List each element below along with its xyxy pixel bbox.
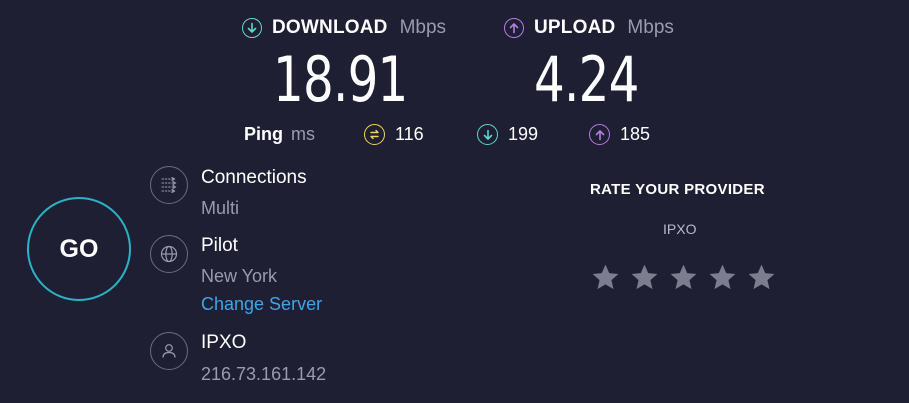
ping-upload-value: 185 [620,124,651,144]
globe-icon [150,235,188,273]
ping-upload: 185 [589,124,650,145]
connections-title: Connections [201,167,307,188]
provider-title: IPXO [201,332,247,353]
download-arrow-icon [242,18,262,38]
server-location: New York [201,266,278,286]
change-server-link[interactable]: Change Server [201,294,322,315]
ping-idle-value: 116 [395,124,424,144]
upload-unit: Mbps [627,17,674,38]
download-header: DOWNLOAD Mbps [242,17,446,39]
star-icon[interactable] [668,262,699,293]
upload-header: UPLOAD Mbps [504,17,674,39]
rate-provider-title: RATE YOUR PROVIDER [590,181,765,198]
user-icon [150,332,188,370]
star-icon[interactable] [707,262,738,293]
star-rating [590,262,777,293]
ping-download-value: 199 [508,124,539,144]
upload-value: 4.24 [534,43,639,116]
download-unit: Mbps [399,17,447,38]
upload-label: UPLOAD [534,17,616,38]
star-icon[interactable] [629,262,660,293]
download-value: 18.91 [273,43,408,116]
ping-label: Ping [244,124,283,144]
ping-download: 199 [477,124,538,145]
provider-ip: 216.73.161.142 [201,364,327,384]
star-icon[interactable] [590,262,621,293]
star-icon[interactable] [746,262,777,293]
server-title: Pilot [201,235,238,256]
connections-icon[interactable] [150,166,188,204]
download-label: DOWNLOAD [272,17,388,38]
go-button[interactable]: GO [27,197,131,301]
connections-value: Multi [201,198,240,218]
upload-arrow-icon [589,124,610,145]
ping-idle-icon [364,124,385,145]
ping-idle: 116 [364,124,424,145]
rate-provider-name: IPXO [663,221,697,237]
upload-arrow-icon [504,18,524,38]
download-arrow-icon [477,124,498,145]
ping-label-group: Ping ms [244,124,315,145]
ping-unit: ms [291,124,315,144]
